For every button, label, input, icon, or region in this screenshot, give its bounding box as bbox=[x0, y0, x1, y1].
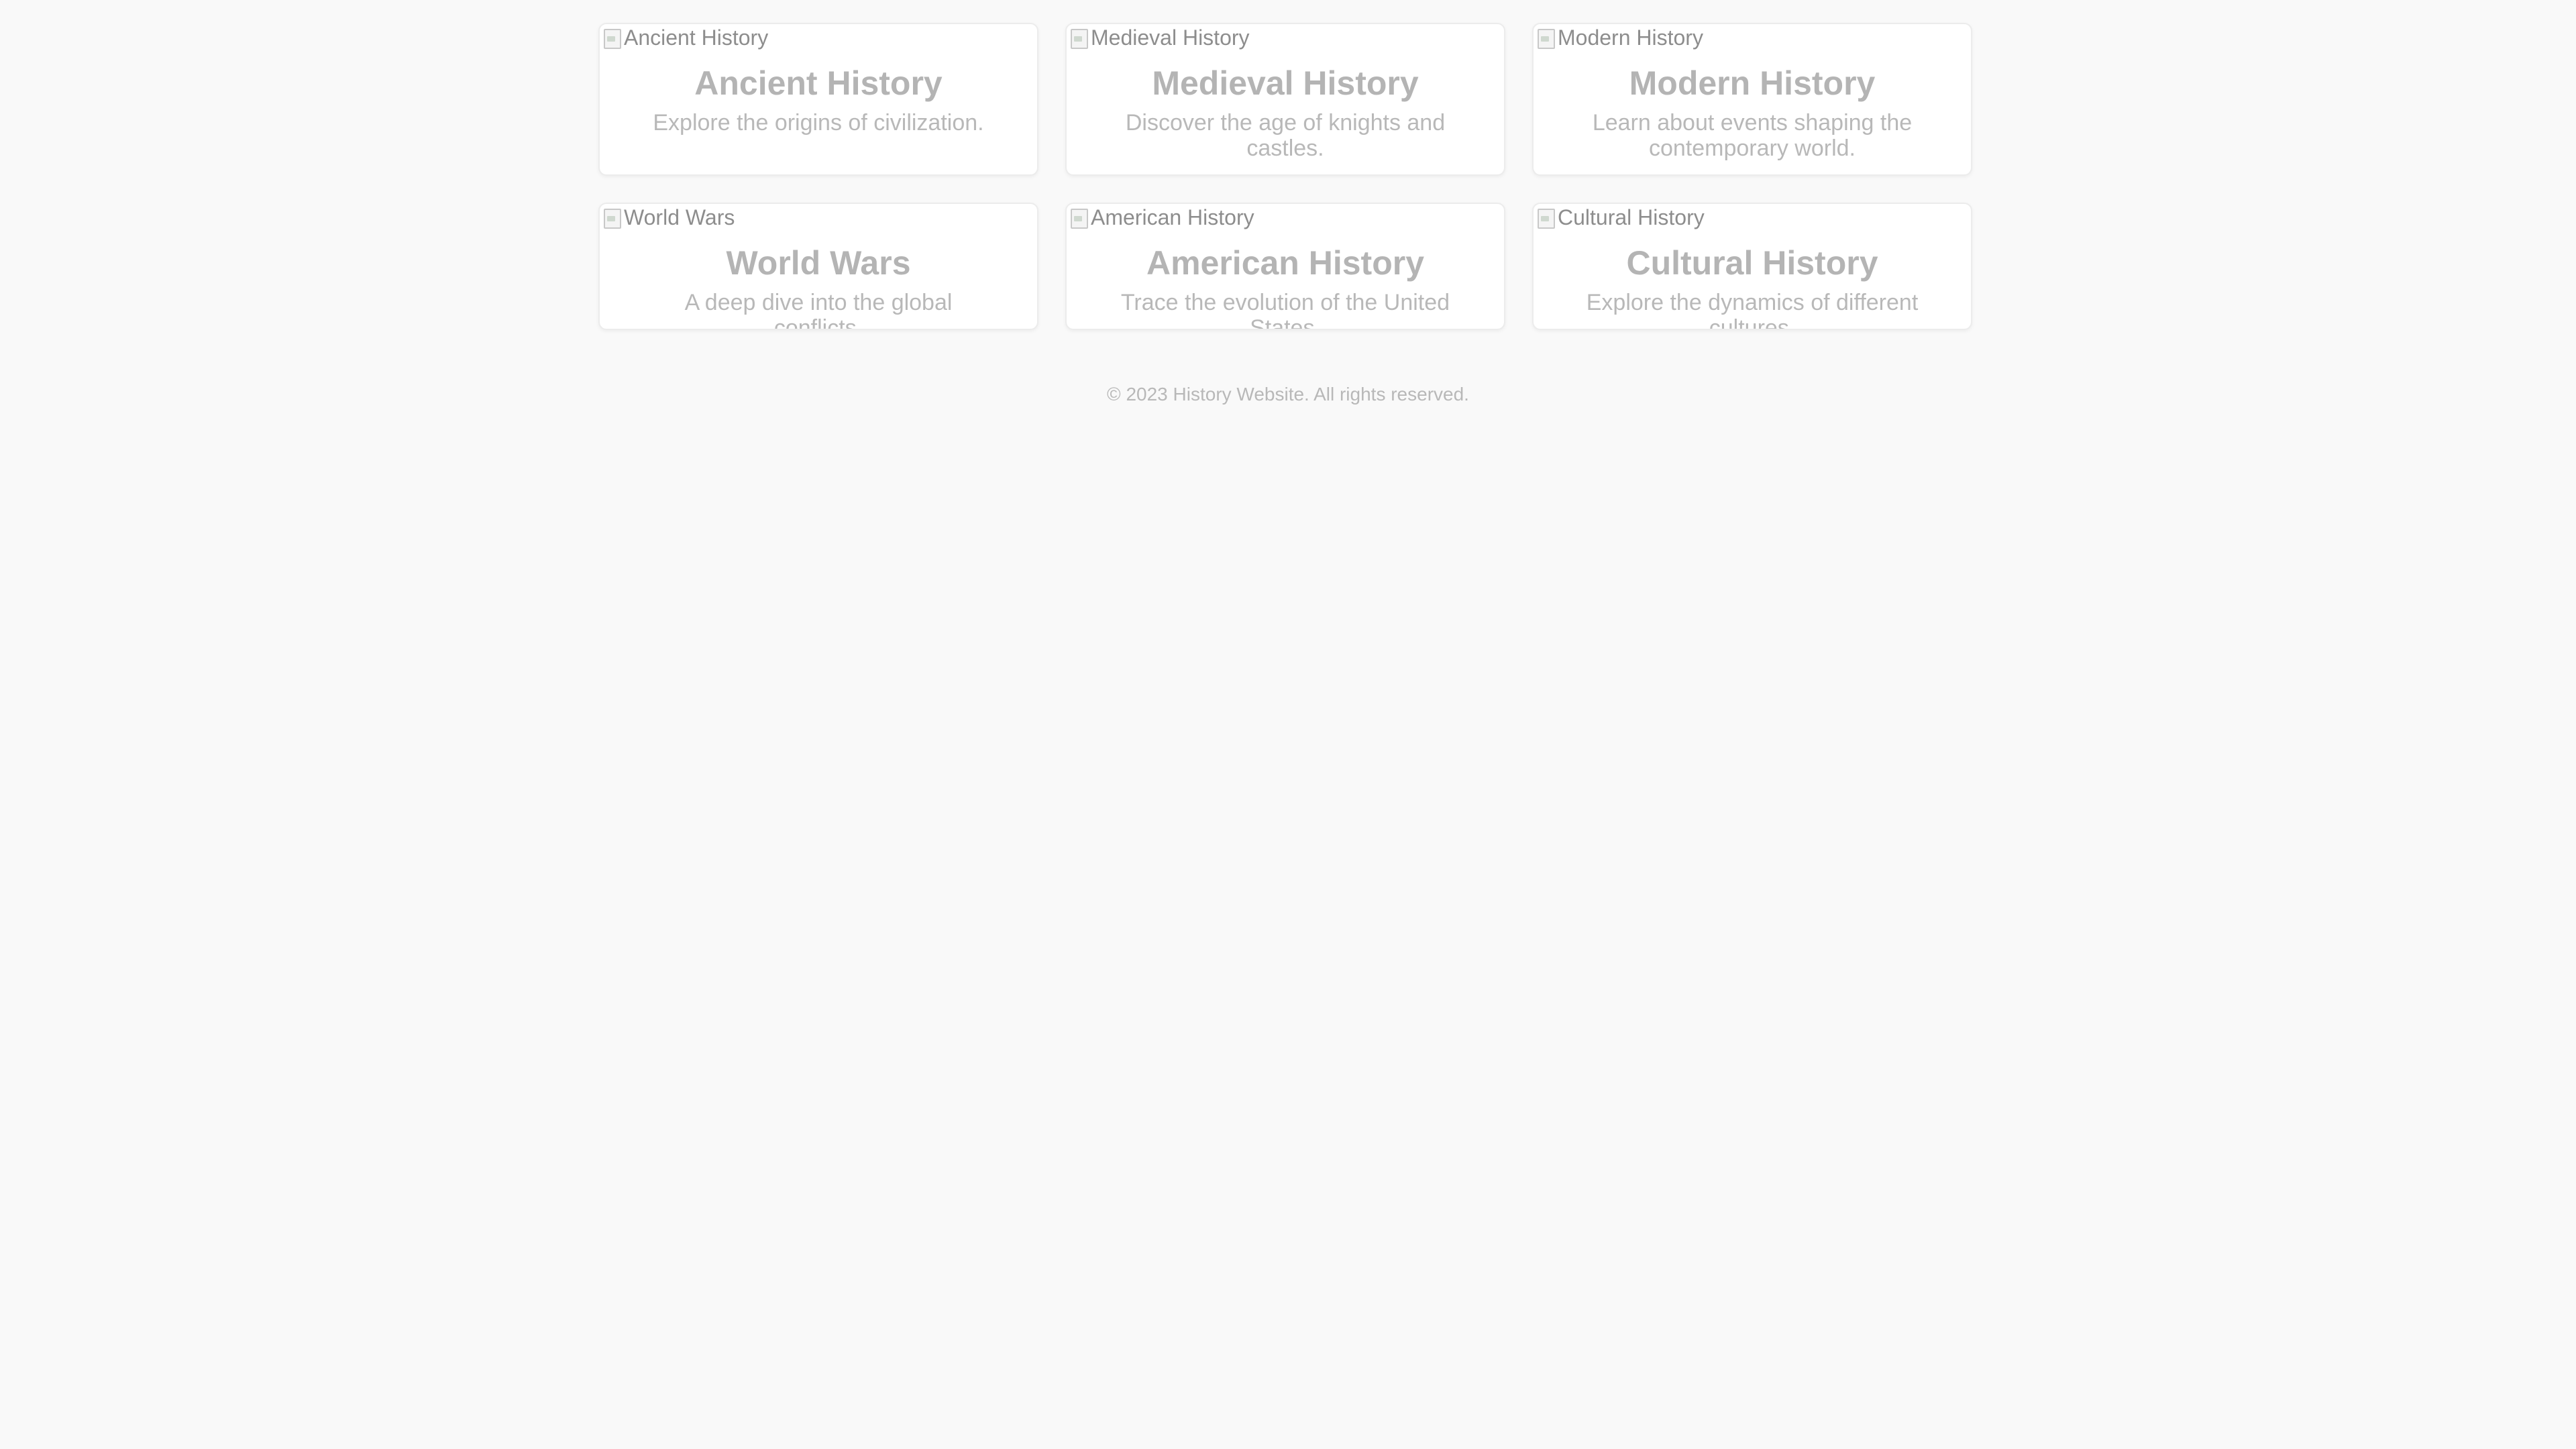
broken-image-icon bbox=[1068, 207, 1089, 229]
card-image-alt-text: Modern History bbox=[1558, 25, 1703, 50]
card-title: Ancient History bbox=[694, 64, 943, 102]
card-description: Explore the origins of civilization. bbox=[653, 110, 984, 136]
broken-image-icon bbox=[601, 207, 623, 229]
card-image: Modern History bbox=[1534, 24, 1971, 51]
card-description: Explore the dynamics of different cultur… bbox=[1586, 290, 1919, 330]
card-title: World Wars bbox=[726, 244, 911, 282]
card-image: Ancient History bbox=[600, 24, 1037, 51]
card-description: Discover the age of knights and castles. bbox=[1125, 110, 1446, 161]
card-image-alt-text: Cultural History bbox=[1558, 205, 1705, 229]
card-title: Modern History bbox=[1629, 64, 1876, 102]
broken-image-icon bbox=[601, 27, 623, 49]
topic-card-grid: Ancient History Ancient History Explore … bbox=[598, 23, 1974, 330]
broken-image-icon bbox=[1535, 27, 1556, 49]
card-title: American History bbox=[1146, 244, 1425, 282]
broken-image-icon bbox=[1068, 27, 1089, 49]
card-image: World Wars bbox=[600, 204, 1037, 231]
broken-image-icon bbox=[1535, 207, 1556, 229]
topic-card-modern-history[interactable]: Modern History Modern History Learn abou… bbox=[1532, 23, 1972, 176]
card-description: Trace the evolution of the United States… bbox=[1120, 290, 1450, 330]
card-image: American History bbox=[1067, 204, 1504, 231]
card-image-alt-text: Medieval History bbox=[1091, 25, 1250, 50]
footer-copyright: © 2023 History Website. All rights reser… bbox=[1107, 384, 1469, 405]
topic-card-medieval-history[interactable]: Medieval History Medieval History Discov… bbox=[1065, 23, 1505, 176]
card-title: Cultural History bbox=[1626, 244, 1878, 282]
topic-card-ancient-history[interactable]: Ancient History Ancient History Explore … bbox=[598, 23, 1038, 176]
card-image-alt-text: World Wars bbox=[624, 205, 735, 229]
card-title: Medieval History bbox=[1152, 64, 1419, 102]
topic-card-american-history[interactable]: American History American History Trace … bbox=[1065, 203, 1505, 330]
card-image-alt-text: American History bbox=[1091, 205, 1254, 229]
topic-card-cultural-history[interactable]: Cultural History Cultural History Explor… bbox=[1532, 203, 1972, 330]
card-description: Learn about events shaping the contempor… bbox=[1592, 110, 1913, 161]
card-image-alt-text: Ancient History bbox=[624, 25, 769, 50]
card-description: A deep dive into the global conflicts. bbox=[684, 290, 953, 330]
card-image: Cultural History bbox=[1534, 204, 1971, 231]
card-image: Medieval History bbox=[1067, 24, 1504, 51]
topic-card-world-wars[interactable]: World Wars World Wars A deep dive into t… bbox=[598, 203, 1038, 330]
